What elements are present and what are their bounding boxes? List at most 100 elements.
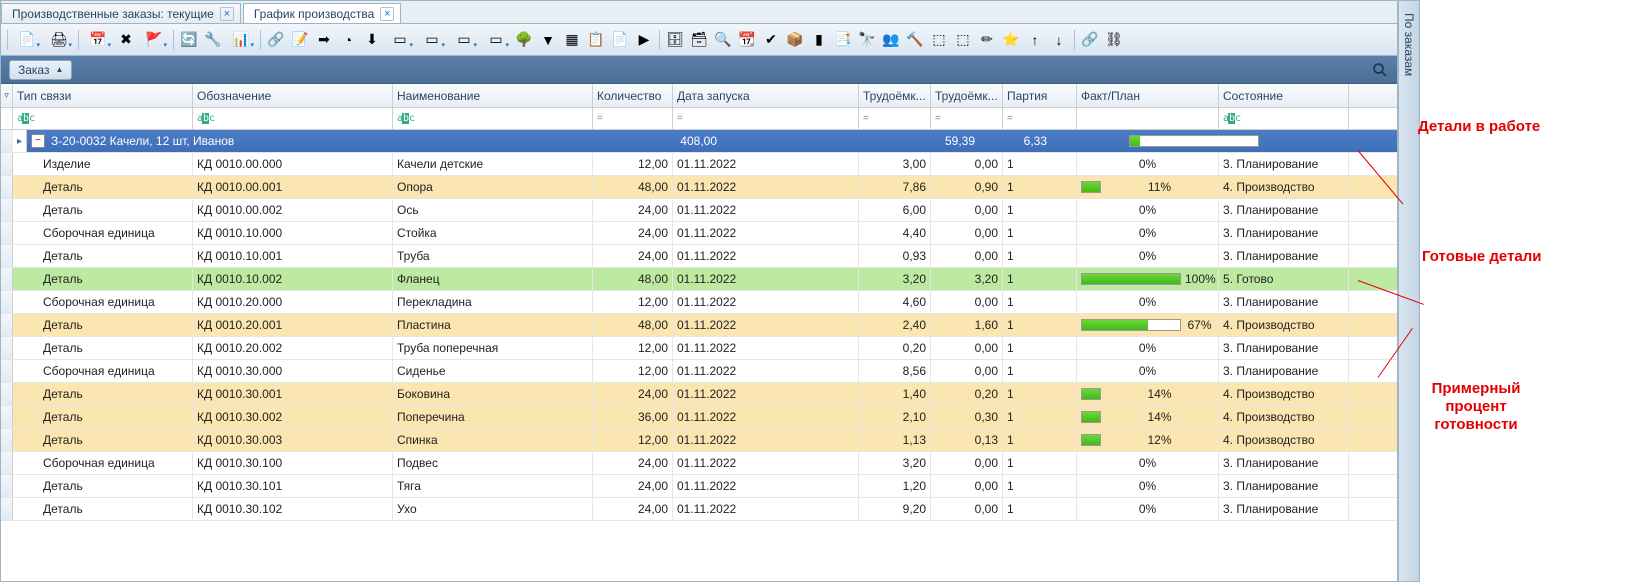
org2-icon[interactable]: ⬚ <box>952 29 974 51</box>
col-designation[interactable]: Обозначение <box>193 84 393 107</box>
star-icon[interactable]: ⭐ <box>1000 29 1022 51</box>
org-icon[interactable]: ⬚ <box>928 29 950 51</box>
tab[interactable]: Производственные заказы: текущие× <box>1 3 241 23</box>
db-icon[interactable]: 🗄 <box>664 29 686 51</box>
table-row[interactable]: ДетальКД 0010.30.002Поперечина36,0001.11… <box>1 406 1397 429</box>
pie-icon[interactable]: ◔ <box>337 29 359 51</box>
table-row[interactable]: Сборочная единицаКД 0010.30.000Сиденье12… <box>1 360 1397 383</box>
table-row[interactable]: Сборочная единицаКД 0010.20.000Переклади… <box>1 291 1397 314</box>
flag-icon[interactable]: 🚩 <box>139 29 169 51</box>
import-icon[interactable]: ➡ <box>313 29 335 51</box>
barcode-icon[interactable]: ▮ <box>808 29 830 51</box>
cell-designation: КД 0010.30.003 <box>193 429 393 451</box>
table-row[interactable]: ДетальКД 0010.30.003Спинка12,0001.11.202… <box>1 429 1397 452</box>
col-name[interactable]: Наименование <box>393 84 593 107</box>
funnel-icon[interactable]: ▼ <box>537 29 559 51</box>
col-fact-plan[interactable]: Факт/План <box>1077 84 1219 107</box>
calendar-icon[interactable]: 📅 <box>83 29 113 51</box>
col-batch[interactable]: Партия <box>1003 84 1077 107</box>
cell-designation: КД 0010.20.001 <box>193 314 393 336</box>
filter-marker[interactable] <box>1 108 13 129</box>
down-icon[interactable]: ↓ <box>1048 29 1070 51</box>
binoc-icon[interactable]: 🔭 <box>856 29 878 51</box>
hammer-icon[interactable]: 🔨 <box>904 29 926 51</box>
filter-qty[interactable]: = <box>593 108 673 129</box>
data-grid[interactable]: ▸−З-20-0032 Качели, 12 шт, Иванов408,005… <box>1 130 1397 581</box>
collapse-icon[interactable]: − <box>31 134 45 148</box>
table-row[interactable]: ИзделиеКД 0010.00.000Качели детские12,00… <box>1 153 1397 176</box>
pencil-icon[interactable]: ✏ <box>976 29 998 51</box>
triangle-up-icon: ▲ <box>55 65 63 74</box>
grid3-icon[interactable]: ▦ <box>561 29 583 51</box>
cell-type: Деталь <box>13 245 193 267</box>
search-icon[interactable]: 🔍 <box>712 29 734 51</box>
check-icon[interactable]: ✔ <box>760 29 782 51</box>
filter-date[interactable]: = <box>673 108 859 129</box>
filter-plan[interactable] <box>1077 108 1219 129</box>
col-labor1[interactable]: Трудоёмк... <box>859 84 931 107</box>
span-icon[interactable]: ▭ <box>417 29 447 51</box>
filter-indicator-icon[interactable]: ▿ <box>1 84 13 107</box>
table-row[interactable]: ДетальКД 0010.10.002Фланец48,0001.11.202… <box>1 268 1397 291</box>
group-row[interactable]: ▸−З-20-0032 Качели, 12 шт, Иванов408,005… <box>1 130 1397 153</box>
cell-qty: 36,00 <box>593 406 673 428</box>
db2-icon[interactable]: 🗃 <box>688 29 710 51</box>
form2-icon[interactable]: 📄 <box>609 29 631 51</box>
table-row[interactable]: ДетальКД 0010.10.001Труба24,0001.11.2022… <box>1 245 1397 268</box>
span-icon[interactable]: ▭ <box>385 29 415 51</box>
filter-labor2[interactable]: = <box>931 108 1003 129</box>
expand-arrow-icon[interactable]: ▸ <box>13 130 27 152</box>
table-row[interactable]: ДетальКД 0010.30.101Тяга24,0001.11.20221… <box>1 475 1397 498</box>
run-icon[interactable]: ▶ <box>633 29 655 51</box>
filter-desig[interactable]: abc <box>193 108 393 129</box>
side-tab-by-orders[interactable]: По заказам <box>1398 0 1420 582</box>
cal2-icon[interactable]: 📆 <box>736 29 758 51</box>
report-icon[interactable]: 📑 <box>832 29 854 51</box>
order-dropdown[interactable]: Заказ ▲ <box>9 60 72 80</box>
new-icon[interactable]: 📄 <box>12 29 42 51</box>
table-row[interactable]: ДетальКД 0010.00.001Опора48,0001.11.2022… <box>1 176 1397 199</box>
filter-batch[interactable]: = <box>1003 108 1077 129</box>
close-icon[interactable]: × <box>380 7 394 21</box>
filter-labor1[interactable]: = <box>859 108 931 129</box>
table-row[interactable]: ДетальКД 0010.30.001Боковина24,0001.11.2… <box>1 383 1397 406</box>
col-quantity[interactable]: Количество <box>593 84 673 107</box>
table-row[interactable]: ДетальКД 0010.00.002Ось24,0001.11.20226,… <box>1 199 1397 222</box>
col-start-date[interactable]: Дата запуска <box>673 84 859 107</box>
close-icon[interactable]: × <box>220 7 234 21</box>
note-icon[interactable]: 📝 <box>289 29 311 51</box>
excel-icon[interactable]: 📊 <box>226 29 256 51</box>
up-icon[interactable]: ↑ <box>1024 29 1046 51</box>
table-row[interactable]: ДетальКД 0010.30.102Ухо24,0001.11.20229,… <box>1 498 1397 521</box>
cell-name: Ухо <box>393 498 593 520</box>
tree-icon[interactable]: 🌳 <box>513 29 535 51</box>
tab[interactable]: График производства× <box>243 3 401 23</box>
search-icon[interactable] <box>1371 61 1389 79</box>
users-icon[interactable]: 👥 <box>880 29 902 51</box>
table-row[interactable]: Сборочная единицаКД 0010.30.100Подвес24,… <box>1 452 1397 475</box>
unlink-icon[interactable]: ⛓ <box>1103 29 1125 51</box>
span-icon[interactable]: ▭ <box>481 29 511 51</box>
filter-type[interactable]: abc <box>13 108 193 129</box>
cell-type: Деталь <box>13 383 193 405</box>
separator <box>173 30 174 50</box>
print-icon[interactable]: 🖨 <box>44 29 74 51</box>
table-row[interactable]: Сборочная единицаКД 0010.10.000Стойка24,… <box>1 222 1397 245</box>
cube-icon[interactable]: 📦 <box>784 29 806 51</box>
filter-state[interactable]: abc <box>1219 108 1349 129</box>
form-icon[interactable]: 📋 <box>585 29 607 51</box>
col-state[interactable]: Состояние <box>1219 84 1349 107</box>
link-icon[interactable]: 🔗 <box>1079 29 1101 51</box>
col-labor2[interactable]: Трудоёмк... <box>931 84 1003 107</box>
delete-icon[interactable]: ✖ <box>115 29 137 51</box>
table-row[interactable]: ДетальКД 0010.20.001Пластина48,0001.11.2… <box>1 314 1397 337</box>
col-type[interactable]: Тип связи <box>13 84 193 107</box>
refresh-icon[interactable]: 🔄 <box>178 29 200 51</box>
share-icon[interactable]: 🔗 <box>265 29 287 51</box>
filter-name[interactable]: abc <box>393 108 593 129</box>
cell-batch: 1 <box>1003 176 1077 198</box>
table-row[interactable]: ДетальКД 0010.20.002Труба поперечная12,0… <box>1 337 1397 360</box>
wrench-icon[interactable]: 🔧 <box>202 29 224 51</box>
download-icon[interactable]: ⬇ <box>361 29 383 51</box>
span-icon[interactable]: ▭ <box>449 29 479 51</box>
